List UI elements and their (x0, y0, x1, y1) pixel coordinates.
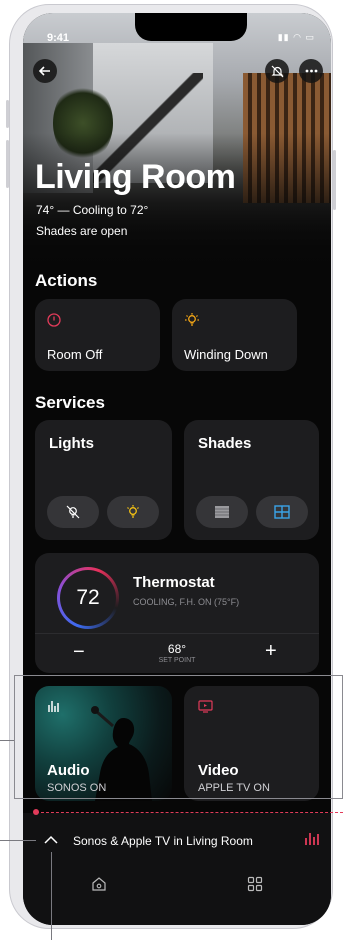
thermostat-dial: 72 (57, 567, 119, 629)
annotation-frame (14, 675, 343, 799)
increase-setpoint-button[interactable]: + (265, 640, 277, 663)
bottom-bar: Sonos & Apple TV in Living Room (23, 813, 331, 925)
mute-button[interactable] (265, 59, 289, 83)
status-time: 9:41 (47, 32, 70, 44)
shade-open-icon (274, 505, 290, 519)
chevron-up-icon[interactable] (44, 835, 58, 844)
power-button (333, 150, 336, 210)
bulb-icon (185, 313, 199, 326)
more-button[interactable] (299, 59, 323, 83)
annotation-dashed-line (36, 812, 343, 813)
bulb-on-icon (127, 505, 139, 518)
annotation-leader-vertical (51, 852, 52, 940)
actions-heading: Actions (35, 271, 98, 290)
annotation-leader-left (0, 740, 14, 741)
tab-home[interactable] (86, 871, 112, 897)
home-icon (92, 877, 106, 891)
thermostat-temperature: 72 (76, 586, 100, 609)
shades-open-button[interactable] (256, 496, 308, 528)
shade-closed-icon (215, 506, 229, 518)
room-off-card[interactable]: Room Off (35, 299, 160, 371)
lights-off-button[interactable] (47, 496, 99, 528)
winding-down-card[interactable]: Winding Down (172, 299, 297, 371)
equalizer-icon[interactable] (304, 831, 320, 845)
arrow-left-icon (39, 66, 50, 76)
notch (135, 13, 247, 41)
power-icon (47, 313, 61, 327)
back-button[interactable] (33, 59, 57, 83)
shades-close-button[interactable] (196, 496, 248, 528)
annotation-dot (33, 809, 39, 815)
bulb-off-icon (66, 505, 80, 519)
room-off-label: Room Off (47, 347, 103, 362)
lights-on-button[interactable] (107, 496, 159, 528)
thermostat-card[interactable]: 72 Thermostat COOLING, F.H. ON (75°F) − … (35, 553, 319, 673)
grid-icon (247, 876, 263, 892)
thermostat-subtitle: COOLING, F.H. ON (75°F) (133, 597, 240, 607)
now-playing-text: Sonos & Apple TV in Living Room (73, 834, 253, 848)
winding-down-label: Winding Down (184, 347, 268, 362)
shades-status: Shades are open (36, 224, 128, 238)
room-title: Living Room (35, 158, 236, 196)
lights-title: Lights (49, 435, 94, 452)
status-icons: ▮▮ ◠ ▭ (277, 32, 315, 42)
lights-card[interactable]: Lights (35, 420, 172, 540)
now-playing-bar[interactable]: Sonos & Apple TV in Living Room (23, 813, 331, 863)
annotation-leader-chevron (0, 840, 36, 841)
thermostat-divider (35, 633, 319, 634)
shades-title: Shades (198, 435, 252, 452)
ellipsis-icon (305, 69, 317, 73)
shades-card[interactable]: Shades (184, 420, 319, 540)
climate-status: 74° — Cooling to 72° (36, 203, 149, 217)
thermostat-title: Thermostat (133, 574, 215, 591)
bell-off-icon (271, 65, 283, 77)
tab-grid[interactable] (242, 871, 268, 897)
services-heading: Services (35, 393, 105, 412)
